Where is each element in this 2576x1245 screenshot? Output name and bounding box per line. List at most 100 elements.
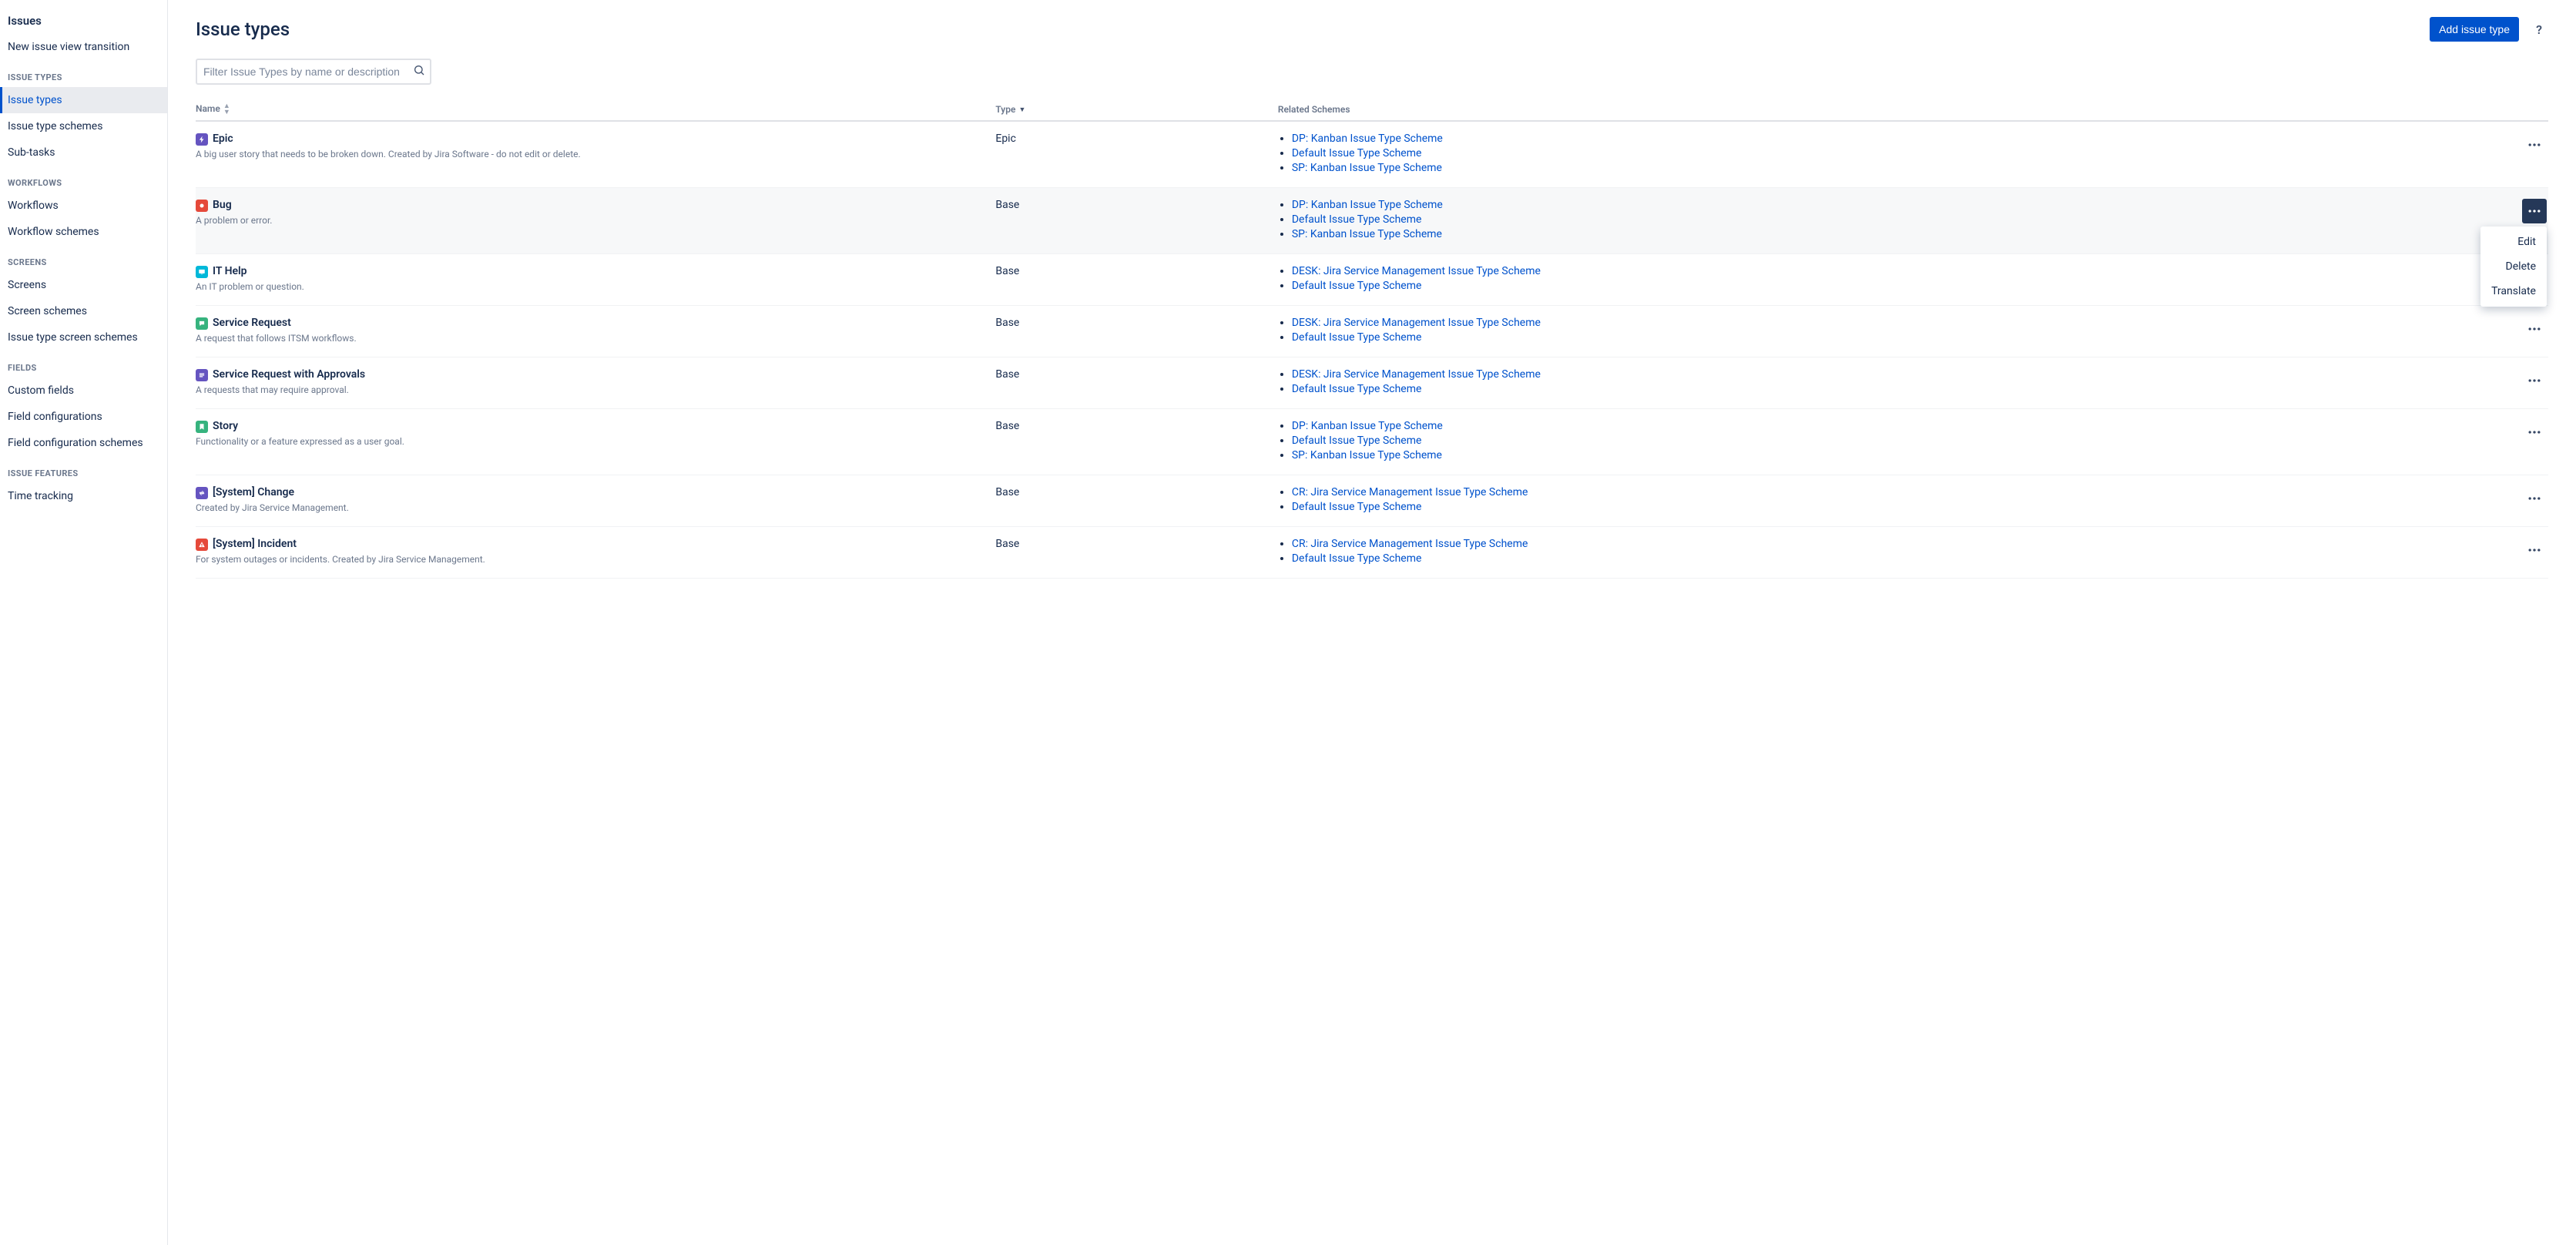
table-row: BugA problem or error.BaseDP: Kanban Iss… (196, 188, 2548, 254)
sidebar-item-new-issue-view[interactable]: New issue view transition (0, 34, 167, 60)
issue-type-icon (196, 487, 208, 499)
scheme-link[interactable]: Default Issue Type Scheme (1292, 280, 1422, 292)
sidebar-item[interactable]: Time tracking (0, 483, 167, 509)
help-icon[interactable]: ? (2530, 20, 2548, 39)
issue-type-icon (196, 369, 208, 381)
scheme-link[interactable]: DP: Kanban Issue Type Scheme (1292, 420, 1443, 432)
sidebar-group-label: Fields (0, 351, 167, 378)
sidebar-item[interactable]: Issue type screen schemes (0, 324, 167, 351)
more-actions-button[interactable] (2522, 486, 2547, 511)
col-header-name[interactable]: Name▲▼ (196, 99, 995, 121)
issue-type-icon (196, 539, 208, 551)
table-row: IT Help An IT problem or question. Base DES… (196, 254, 2548, 306)
scheme-link[interactable]: Default Issue Type Scheme (1292, 147, 1422, 159)
sidebar-item[interactable]: Custom fields (0, 378, 167, 404)
sidebar-group-label: Workflows (0, 166, 167, 193)
table-row: Story Functionality or a feature expresse… (196, 409, 2548, 475)
scheme-link[interactable]: Default Issue Type Scheme (1292, 501, 1422, 513)
header-row: Issue types Add issue type ? (196, 17, 2548, 42)
issue-type-description: A request that follows ITSM workflows. (196, 333, 989, 344)
issue-types-table: Name▲▼ Type▼ Related Schemes Epic A big u… (196, 99, 2548, 579)
scheme-link[interactable]: DESK: Jira Service Management Issue Type… (1292, 317, 1541, 329)
search-icon (413, 64, 425, 79)
issue-type-description: A big user story that needs to be broken… (196, 149, 989, 159)
sidebar-item[interactable]: Screen schemes (0, 298, 167, 324)
issue-type-description: A requests that may require approval. (196, 384, 989, 395)
scheme-link[interactable]: Default Issue Type Scheme (1292, 383, 1422, 395)
table-row: Epic A big user story that needs to be br… (196, 121, 2548, 188)
table-row: [System] Change Created by Jira Service M… (196, 475, 2548, 527)
issue-type-description: For system outages or incidents. Created… (196, 554, 989, 565)
issue-type-name: Epic (213, 133, 233, 145)
issue-type-type: Base (995, 475, 1277, 527)
issue-type-type: Base (995, 254, 1277, 306)
sidebar-item[interactable]: Screens (0, 272, 167, 298)
issue-type-description: A problem or error. (196, 215, 989, 226)
issue-type-description: Created by Jira Service Management. (196, 502, 989, 513)
page-title: Issue types (196, 18, 290, 40)
scheme-link[interactable]: DP: Kanban Issue Type Scheme (1292, 133, 1443, 145)
scheme-link[interactable]: DESK: Jira Service Management Issue Type… (1292, 368, 1541, 381)
dropdown-item[interactable]: Edit (2480, 230, 2547, 254)
issue-type-type: Base (995, 188, 1277, 254)
issue-type-description: Functionality or a feature expressed as … (196, 436, 989, 447)
issue-type-description: An IT problem or question. (196, 281, 989, 292)
more-actions-button[interactable] (2522, 538, 2547, 562)
col-header-type[interactable]: Type▼ (995, 99, 1277, 121)
issue-type-type: Base (995, 409, 1277, 475)
scheme-link[interactable]: CR: Jira Service Management Issue Type S… (1292, 486, 1528, 498)
table-row: Service Request A request that follows IT… (196, 306, 2548, 357)
issue-type-name: Story (213, 420, 238, 432)
scheme-link[interactable]: Default Issue Type Scheme (1292, 331, 1422, 344)
issue-type-type: Base (995, 306, 1277, 357)
issue-type-name: [System] Incident (213, 538, 297, 550)
more-actions-button[interactable] (2522, 199, 2547, 223)
add-issue-type-button[interactable]: Add issue type (2430, 17, 2519, 42)
issue-type-type: Base (995, 527, 1277, 579)
issue-type-name: IT Help (213, 265, 247, 277)
sidebar-group-label: Issue features (0, 456, 167, 483)
issue-type-name: [System] Change (213, 486, 294, 498)
sidebar: Issues New issue view transition Issue t… (0, 0, 168, 1245)
sidebar-group-label: Issue types (0, 60, 167, 87)
issue-type-icon (196, 133, 208, 146)
sidebar-item[interactable]: Workflow schemes (0, 219, 167, 245)
table-row: Service Request with Approvals A requests… (196, 357, 2548, 409)
scheme-link[interactable]: DP: Kanban Issue Type Scheme (1292, 199, 1443, 211)
issue-type-name: Service Request (213, 317, 291, 329)
more-actions-button[interactable] (2522, 368, 2547, 393)
issue-type-type: Epic (995, 121, 1277, 188)
sidebar-item[interactable]: Sub-tasks (0, 139, 167, 166)
search-container (196, 59, 431, 85)
issue-type-icon (196, 421, 208, 433)
dropdown-item[interactable]: Translate (2480, 279, 2547, 304)
col-header-schemes: Related Schemes (1278, 99, 2502, 121)
dropdown-item[interactable]: Delete (2480, 254, 2547, 279)
more-actions-button[interactable] (2522, 133, 2547, 157)
table-row: [System] Incident For system outages or i… (196, 527, 2548, 579)
sidebar-item[interactable]: Field configurations (0, 404, 167, 430)
scheme-link[interactable]: SP: Kanban Issue Type Scheme (1292, 449, 1442, 461)
more-actions-button[interactable] (2522, 420, 2547, 445)
actions-dropdown: EditDeleteTranslate (2480, 227, 2547, 307)
main-content: Issue types Add issue type ? Name▲▼ Type… (168, 0, 2576, 1245)
scheme-link[interactable]: Default Issue Type Scheme (1292, 552, 1422, 565)
issue-type-icon (196, 200, 208, 212)
sidebar-item[interactable]: Issue type schemes (0, 113, 167, 139)
more-actions-button[interactable] (2522, 317, 2547, 341)
sidebar-item[interactable]: Field configuration schemes (0, 430, 167, 456)
search-input[interactable] (196, 59, 431, 85)
issue-type-type: Base (995, 357, 1277, 409)
scheme-link[interactable]: CR: Jira Service Management Issue Type S… (1292, 538, 1528, 550)
scheme-link[interactable]: SP: Kanban Issue Type Scheme (1292, 228, 1442, 240)
sidebar-group-label: Screens (0, 245, 167, 272)
sidebar-heading: Issues (0, 8, 167, 34)
scheme-link[interactable]: Default Issue Type Scheme (1292, 435, 1422, 447)
issue-type-icon (196, 317, 208, 330)
issue-type-name: Service Request with Approvals (213, 368, 365, 381)
scheme-link[interactable]: SP: Kanban Issue Type Scheme (1292, 162, 1442, 174)
sidebar-item[interactable]: Issue types (0, 87, 167, 113)
scheme-link[interactable]: DESK: Jira Service Management Issue Type… (1292, 265, 1541, 277)
sidebar-item[interactable]: Workflows (0, 193, 167, 219)
scheme-link[interactable]: Default Issue Type Scheme (1292, 213, 1422, 226)
